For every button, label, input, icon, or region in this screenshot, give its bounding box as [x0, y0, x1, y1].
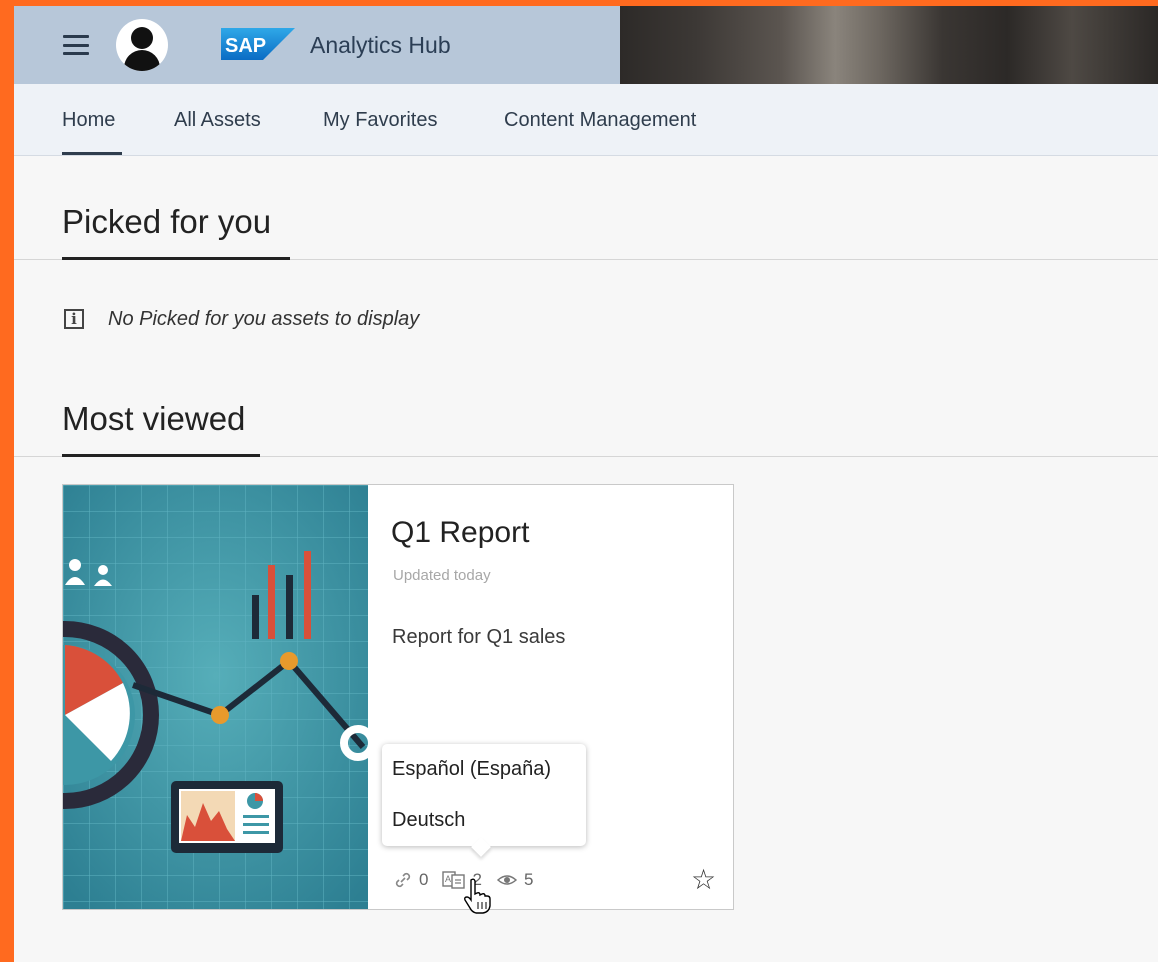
- user-avatar[interactable]: [116, 19, 168, 71]
- language-option[interactable]: Deutsch: [392, 807, 465, 833]
- shell-bar-background-image: [620, 6, 1158, 84]
- shell-bar: SAP Analytics Hub: [14, 6, 1158, 84]
- language-popover: Español (España) Deutsch: [382, 744, 586, 846]
- info-icon: i: [64, 309, 84, 329]
- hamburger-menu-icon[interactable]: [60, 30, 92, 60]
- link-icon[interactable]: [393, 870, 413, 890]
- card-updated-date: Updated today: [393, 567, 491, 584]
- views-eye-icon: [496, 875, 518, 885]
- views-count: 5: [523, 870, 534, 889]
- empty-state-message: i No Picked for you assets to display: [64, 306, 419, 332]
- links-count: 0: [419, 870, 429, 889]
- tab-bar: Home All Assets My Favorites Content Man…: [14, 84, 1158, 156]
- card-description: Report for Q1 sales: [392, 626, 566, 648]
- empty-state-text: No Picked for you assets to display: [108, 307, 420, 330]
- asset-card[interactable]: Q1 Report Updated today Report for Q1 sa…: [62, 484, 734, 910]
- selected-tab-indicator: [62, 152, 122, 155]
- tab-all-assets[interactable]: All Assets: [174, 108, 261, 132]
- svg-text:A: A: [445, 874, 451, 884]
- svg-text:SAP: SAP: [225, 35, 266, 57]
- section-title-picked: Picked for you: [62, 203, 272, 240]
- sap-logo: SAP: [221, 28, 295, 60]
- tab-my-favorites[interactable]: My Favorites: [323, 108, 437, 132]
- card-title[interactable]: Q1 Report: [391, 515, 529, 551]
- favorite-star-icon[interactable]: ☆: [691, 865, 716, 895]
- tab-home[interactable]: Home: [62, 108, 115, 132]
- app-window: SAP Analytics Hub Home All Assets My Fav…: [14, 6, 1158, 962]
- card-thumbnail-image: [63, 485, 368, 909]
- section-title-underline: [62, 454, 260, 457]
- language-option[interactable]: Español (España): [392, 756, 551, 782]
- tab-content-management[interactable]: Content Management: [504, 108, 696, 132]
- hand-pointer-cursor-icon: [464, 878, 491, 914]
- app-title: Analytics Hub: [310, 32, 451, 58]
- section-title-underline: [62, 257, 290, 260]
- section-title-most-viewed: Most viewed: [62, 400, 246, 437]
